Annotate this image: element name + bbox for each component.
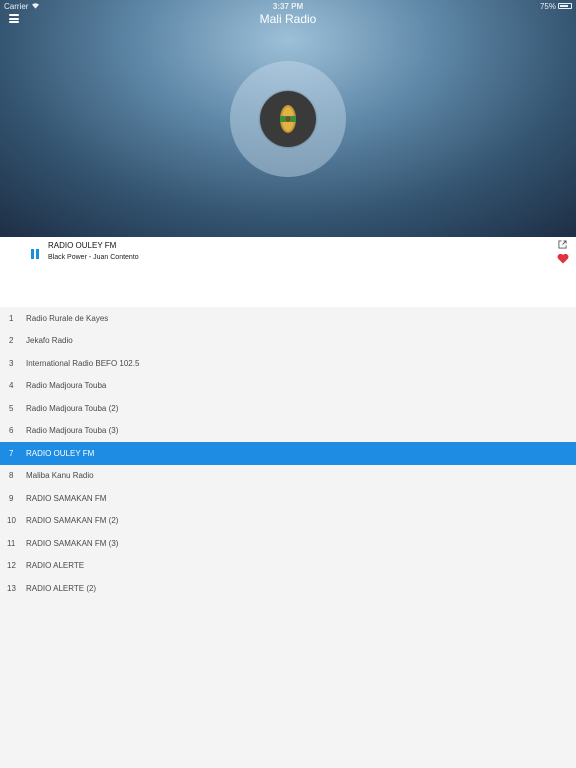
favorite-heart-icon[interactable] [557,253,569,264]
clock: 3:37 PM [272,2,304,11]
station-row[interactable]: 9 RADIO SAMAKAN FM [0,487,576,510]
station-name: Radio Madjoura Touba (2) [26,403,119,413]
station-row[interactable]: 12 RADIO ALERTE [0,555,576,578]
station-number: 1 [9,313,14,323]
station-name: Radio Madjoura Touba (3) [26,426,119,436]
station-name: RADIO SAMAKAN FM (2) [26,516,119,526]
station-number: 2 [9,336,14,346]
station-row[interactable]: 11 RADIO SAMAKAN FM (3) [0,532,576,555]
now-playing-track: Black Power - Juan Contento [48,254,139,261]
station-row[interactable]: 6 Radio Madjoura Touba (3) [0,420,576,443]
station-row[interactable]: 3 International Radio BEFO 102.5 [0,352,576,375]
station-number: 4 [9,381,14,391]
station-name: Radio Rurale de Kayes [26,313,109,323]
station-row[interactable]: 13 RADIO ALERTE (2) [0,577,576,600]
status-bar: Carrier 3:37 PM 75% [0,0,576,12]
station-name: RADIO ALERTE (2) [26,583,97,593]
station-number: 13 [7,583,16,593]
station-number: 7 [9,448,14,458]
station-name: RADIO ALERTE [26,561,85,571]
player-header: Carrier 3:37 PM 75% Mali Radio [0,0,576,237]
station-name: Maliba Kanu Radio [26,471,94,481]
station-name: International Radio BEFO 102.5 [26,358,140,368]
station-name: RADIO SAMAKAN FM [26,493,107,503]
station-row[interactable]: 1 Radio Rurale de Kayes [0,307,576,330]
now-playing-station: RADIO OULEY FM [48,241,117,250]
station-number: 12 [7,561,16,571]
station-row[interactable]: 2 Jekafo Radio [0,330,576,353]
pause-icon[interactable] [30,249,40,261]
station-number: 10 [7,516,16,526]
station-number: 3 [9,358,14,368]
station-number: 9 [9,493,14,503]
app-title: Mali Radio [259,12,317,26]
station-row[interactable]: 8 Maliba Kanu Radio [0,465,576,488]
station-list: 1 Radio Rurale de Kayes 2 Jekafo Radio 3 Inte… [0,307,576,600]
station-row[interactable]: 10 RADIO SAMAKAN FM (2) [0,510,576,533]
share-icon[interactable] [558,240,567,249]
battery-percent: 75% [539,2,556,11]
now-playing-panel: RADIO OULEY FM Black Power - Juan Conten… [0,237,576,307]
station-logo-icon [280,105,296,133]
station-name: Jekafo Radio [26,336,73,346]
station-name: RADIO OULEY FM [26,448,95,458]
station-row[interactable]: 4 Radio Madjoura Touba [0,375,576,398]
battery-icon [558,3,572,9]
station-number: 8 [9,471,14,481]
station-number: 11 [7,538,16,548]
station-row[interactable]: 7 RADIO OULEY FM [0,442,576,465]
station-name: Radio Madjoura Touba [26,381,107,391]
station-name: RADIO SAMAKAN FM (3) [26,538,119,548]
station-row[interactable]: 5 Radio Madjoura Touba (2) [0,397,576,420]
station-number: 5 [9,403,14,413]
station-number: 6 [9,426,14,436]
